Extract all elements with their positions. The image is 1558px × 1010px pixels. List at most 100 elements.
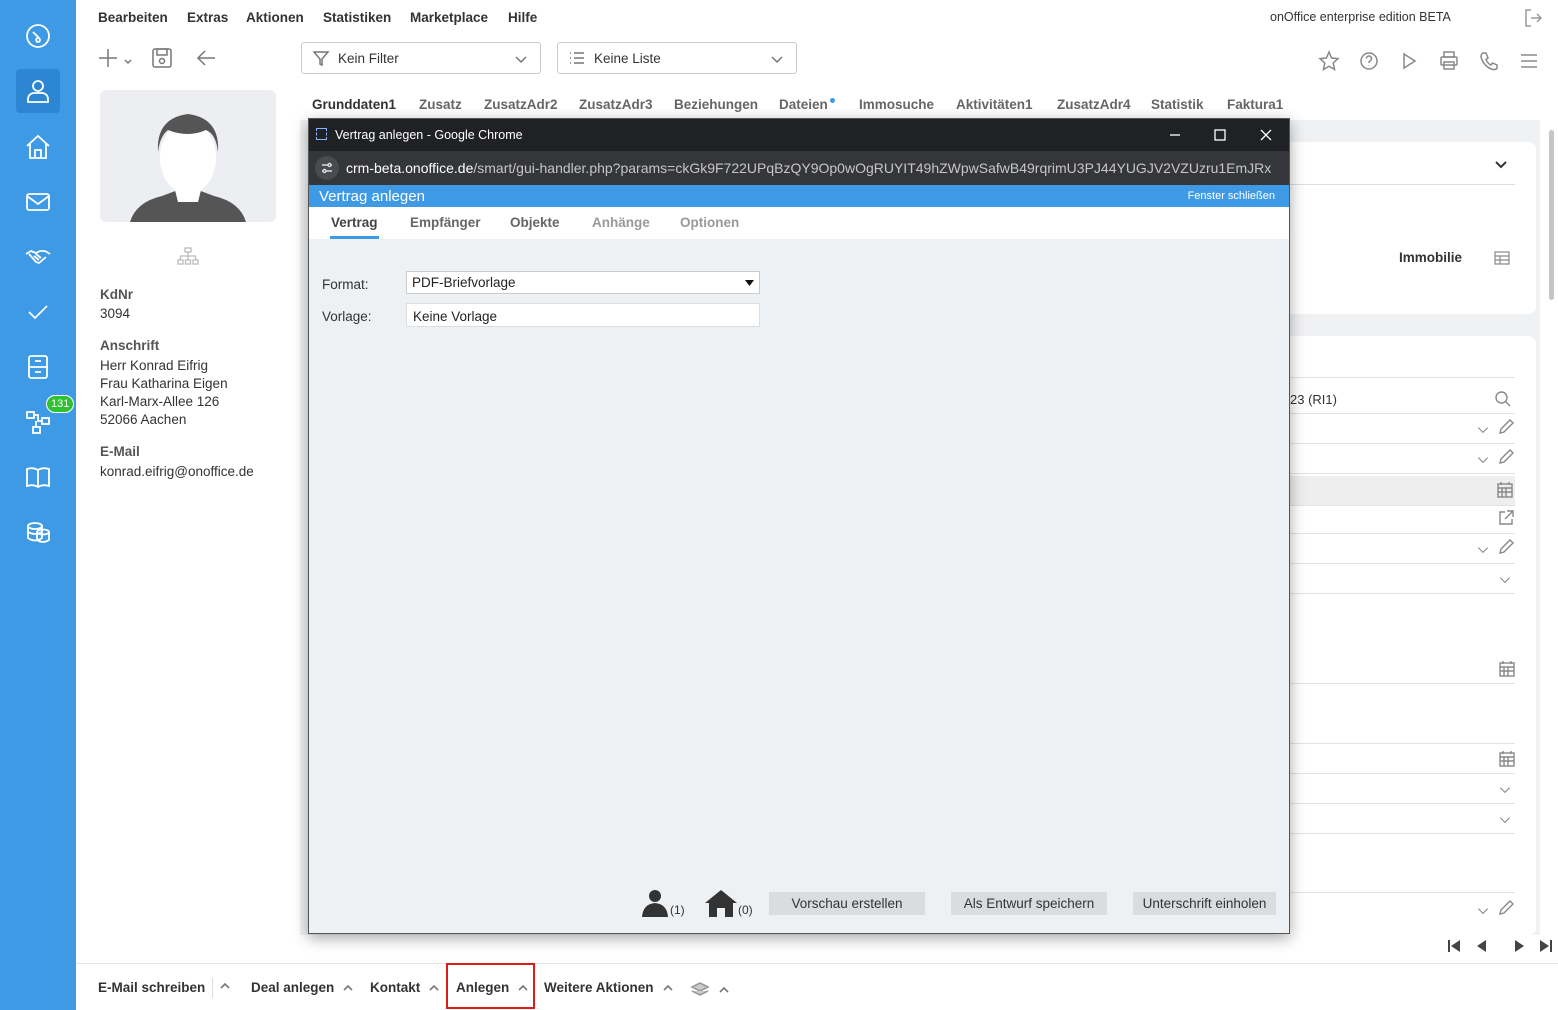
calendar-icon[interactable]: [1498, 750, 1516, 768]
background-card: Immobilie: [1270, 142, 1536, 314]
chevron-down-icon[interactable]: [1498, 571, 1512, 589]
email-schreiben-expand[interactable]: [219, 980, 231, 992]
org-chart-icon[interactable]: [176, 246, 200, 269]
tab-beziehungen[interactable]: Beziehungen: [674, 97, 758, 112]
window-close-button[interactable]: [1246, 123, 1286, 147]
tab-objekte[interactable]: Objekte: [510, 215, 560, 230]
tab-aktivitaeten1[interactable]: Aktivitäten1: [956, 97, 1033, 112]
vertrag-anlegen-window: Vertrag anlegen - Google Chrome crm-beta…: [308, 118, 1290, 934]
tab-zusatz[interactable]: Zusatz: [419, 97, 462, 112]
format-select[interactable]: PDF-Briefvorlage: [406, 271, 760, 294]
url-text[interactable]: crm-beta.onoffice.de/smart/gui-handler.p…: [346, 160, 1271, 176]
email-schreiben-label: E-Mail schreiben: [98, 980, 206, 995]
chevron-down-icon[interactable]: [1498, 781, 1512, 799]
chevron-down-icon[interactable]: [1476, 541, 1490, 559]
hamburger-menu-icon[interactable]: [1518, 50, 1540, 75]
objects-indicator[interactable]: (0): [704, 889, 753, 917]
vorlage-input[interactable]: Keine Vorlage: [406, 303, 760, 327]
tab-zusatzadr3[interactable]: ZusatzAdr3: [579, 97, 653, 112]
menu-statistiken[interactable]: Statistiken: [323, 10, 391, 25]
fenster-schliessen-link[interactable]: Fenster schließen: [1188, 190, 1275, 202]
calendar-icon[interactable]: [1498, 660, 1516, 678]
properties-icon[interactable]: [16, 125, 60, 169]
chevron-down-icon: [515, 56, 527, 64]
format-select-value: PDF-Briefvorlage: [412, 275, 516, 290]
window-titlebar[interactable]: Vertrag anlegen - Google Chrome: [309, 119, 1289, 151]
pencil-icon[interactable]: [1497, 418, 1515, 436]
chevron-down-icon[interactable]: [1476, 451, 1490, 469]
play-icon[interactable]: [1398, 50, 1420, 75]
next-page-icon[interactable]: [1511, 938, 1527, 957]
back-arrow-icon[interactable]: [194, 46, 218, 73]
list-icon: [570, 52, 584, 64]
filter-select[interactable]: Kein Filter: [301, 42, 541, 74]
site-settings-icon[interactable]: [315, 156, 339, 180]
dashboard-icon[interactable]: [16, 14, 60, 58]
add-dropdown-icon[interactable]: [98, 46, 134, 73]
maximize-button[interactable]: [1200, 123, 1240, 147]
handshake-icon[interactable]: [16, 235, 60, 279]
prev-page-icon[interactable]: [1474, 938, 1490, 957]
chevron-down-icon[interactable]: [1498, 811, 1512, 829]
email-value[interactable]: konrad.eifrig@onoffice.de: [100, 463, 254, 481]
vorschau-erstellen-button[interactable]: Vorschau erstellen: [769, 892, 925, 915]
scrollbar[interactable]: [1549, 130, 1554, 300]
tab-zusatzadr4[interactable]: ZusatzAdr4: [1057, 97, 1131, 112]
chevron-down-icon[interactable]: [1476, 421, 1490, 439]
tab-optionen[interactable]: Optionen: [680, 215, 739, 230]
pencil-icon[interactable]: [1497, 538, 1515, 556]
chevron-up-icon: [343, 984, 353, 991]
tab-statistik[interactable]: Statistik: [1151, 97, 1204, 112]
menu-aktionen[interactable]: Aktionen: [246, 10, 304, 25]
pencil-icon[interactable]: [1497, 899, 1515, 917]
unterschrift-einholen-button[interactable]: Unterschrift einholen: [1133, 892, 1276, 915]
minimize-button[interactable]: [1155, 123, 1195, 147]
pencil-icon[interactable]: [1497, 448, 1515, 466]
book-icon[interactable]: [16, 455, 60, 499]
menu-marketplace[interactable]: Marketplace: [410, 10, 488, 25]
tab-anhaenge[interactable]: Anhänge: [592, 215, 650, 230]
help-icon[interactable]: [1358, 50, 1380, 75]
last-page-icon[interactable]: [1538, 938, 1554, 957]
tasks-check-icon[interactable]: [16, 290, 60, 334]
layers-button[interactable]: [690, 980, 730, 1000]
external-link-icon[interactable]: [1497, 509, 1515, 527]
als-entwurf-speichern-button[interactable]: Als Entwurf speichern: [951, 892, 1107, 915]
first-page-icon[interactable]: [1446, 938, 1462, 957]
save-icon[interactable]: [150, 46, 174, 73]
phone-icon[interactable]: [1478, 50, 1500, 75]
close-icon: [1260, 129, 1272, 141]
tab-immosuche[interactable]: Immosuche: [859, 97, 934, 112]
tab-zusatzadr2[interactable]: ZusatzAdr2: [484, 97, 558, 112]
star-icon[interactable]: [1318, 50, 1340, 75]
search-icon[interactable]: [1494, 390, 1512, 408]
tab-faktura1[interactable]: Faktura1: [1227, 97, 1283, 112]
address-line: 52066 Aachen: [100, 412, 187, 427]
tab-empfaenger[interactable]: Empfänger: [410, 215, 481, 230]
mail-icon[interactable]: [16, 180, 60, 224]
kontakt-button[interactable]: Kontakt: [370, 980, 440, 995]
email-schreiben-button[interactable]: E-Mail schreiben: [98, 980, 205, 995]
contacts-icon[interactable]: [16, 69, 60, 113]
weitere-aktionen-button[interactable]: Weitere Aktionen: [544, 980, 674, 995]
print-icon[interactable]: [1438, 50, 1460, 75]
logout-icon[interactable]: [1522, 7, 1544, 32]
archive-icon[interactable]: [16, 345, 60, 389]
tab-grunddaten1[interactable]: Grunddaten1: [312, 97, 396, 112]
chevron-up-icon: [429, 984, 439, 991]
menu-hilfe[interactable]: Hilfe: [508, 10, 537, 25]
tab-dateien[interactable]: Dateien: [779, 97, 828, 112]
address-bar[interactable]: crm-beta.onoffice.de/smart/gui-handler.p…: [309, 151, 1289, 185]
recipients-indicator[interactable]: (1): [640, 889, 685, 917]
coins-icon[interactable]: [16, 510, 60, 554]
deal-anlegen-button[interactable]: Deal anlegen: [251, 980, 354, 995]
menu-extras[interactable]: Extras: [187, 10, 228, 25]
list-select[interactable]: Keine Liste: [557, 42, 797, 74]
menu-bearbeiten[interactable]: Bearbeiten: [98, 10, 168, 25]
tab-vertrag[interactable]: Vertrag: [330, 215, 379, 239]
chevron-down-icon[interactable]: [1476, 902, 1490, 920]
chevron-down-icon[interactable]: [1494, 158, 1508, 172]
table-icon[interactable]: [1494, 251, 1510, 265]
filter-select-value: Kein Filter: [338, 50, 399, 66]
calendar-icon[interactable]: [1496, 481, 1514, 499]
